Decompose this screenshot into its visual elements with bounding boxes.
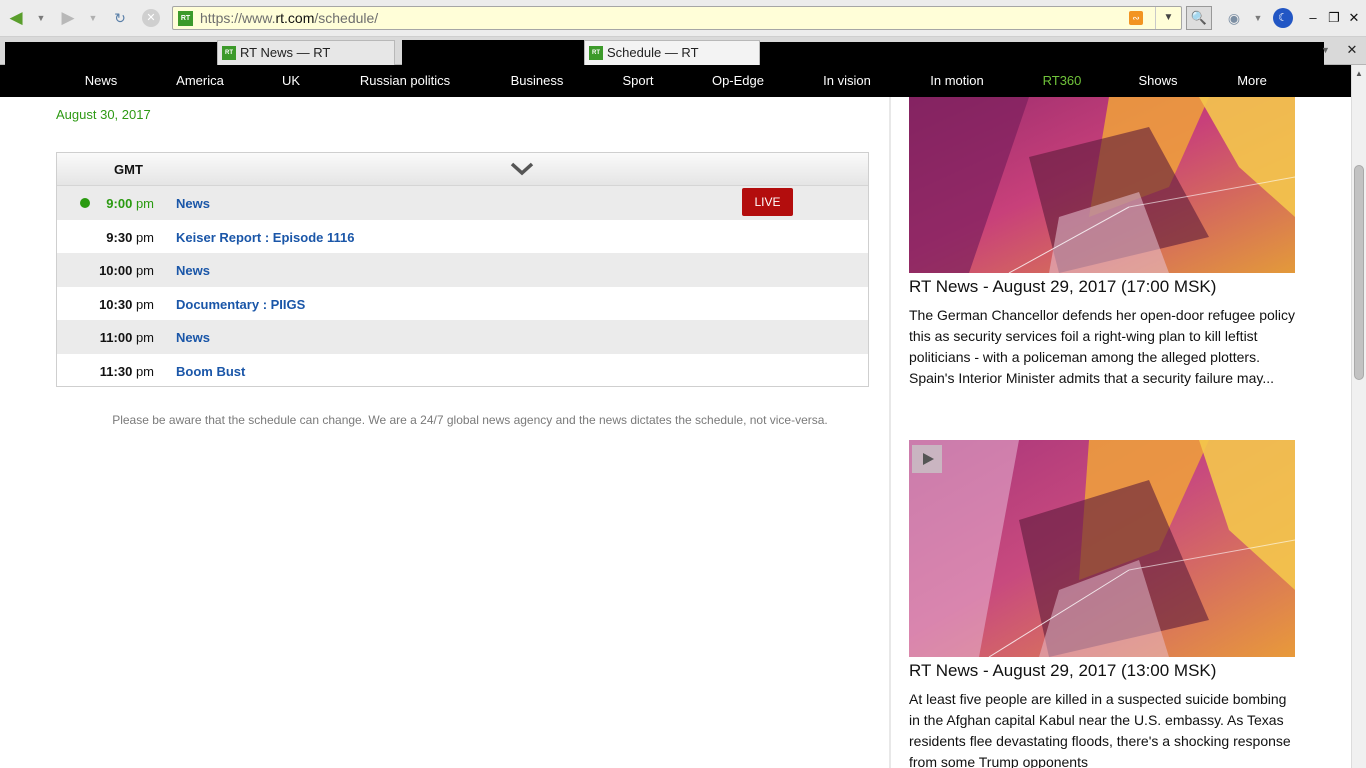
article-thumbnail[interactable] bbox=[909, 440, 1295, 657]
redacted-tab-region bbox=[760, 42, 1324, 65]
row-time: 9:30 pm bbox=[106, 230, 154, 245]
url-dropdown-chevron-icon[interactable]: ▼ bbox=[1155, 7, 1181, 29]
site-nav-bar: News America UK Russian politics Busines… bbox=[0, 65, 1351, 97]
schedule-notice: Please be aware that the schedule can ch… bbox=[112, 413, 828, 427]
nav-item-op-edge[interactable]: Op-Edge bbox=[702, 65, 774, 97]
row-program-link[interactable]: News bbox=[176, 330, 210, 345]
addon-icon[interactable]: ☾ bbox=[1273, 8, 1293, 28]
news-studio-globe-image bbox=[909, 97, 1295, 273]
row-time: 10:30 pm bbox=[99, 297, 154, 312]
nav-item-news[interactable]: News bbox=[72, 65, 130, 97]
redacted-tab-region bbox=[5, 42, 217, 65]
schedule-row[interactable]: 11:30 pm Boom Bust bbox=[57, 354, 868, 388]
nav-item-shows[interactable]: Shows bbox=[1128, 65, 1188, 97]
live-button[interactable]: LIVE bbox=[742, 188, 793, 216]
nav-item-america[interactable]: America bbox=[166, 65, 234, 97]
browser-toolbar: ◀ ▼ ▶ ▼ ↻ ✕ RT https://www.rt.com/schedu… bbox=[0, 0, 1366, 37]
schedule-row[interactable]: 10:00 pm News bbox=[57, 253, 868, 287]
nav-item-more[interactable]: More bbox=[1226, 65, 1278, 97]
forward-history-chevron-icon[interactable]: ▼ bbox=[87, 8, 99, 28]
column-divider bbox=[889, 97, 891, 768]
scrollbar-thumb[interactable] bbox=[1354, 165, 1364, 380]
address-bar[interactable]: RT https://www.rt.com/schedule/ ∾ ▼ bbox=[172, 6, 1182, 30]
tab-favicon-icon: RT bbox=[222, 46, 236, 60]
schedule-date: August 30, 2017 bbox=[56, 107, 151, 122]
scroll-up-arrow-icon[interactable]: ▲ bbox=[1353, 67, 1365, 81]
tab-list-chevron-icon[interactable]: ▼ bbox=[1321, 45, 1330, 55]
back-arrow-icon[interactable]: ◀ bbox=[5, 8, 27, 28]
nav-item-rt360[interactable]: RT360 bbox=[1032, 65, 1092, 97]
schedule-row[interactable]: 10:30 pm Documentary : PIIGS bbox=[57, 287, 868, 321]
minimize-window-icon[interactable]: – bbox=[1304, 9, 1322, 27]
page-scrollbar[interactable]: ▲ bbox=[1351, 65, 1366, 768]
nav-item-uk[interactable]: UK bbox=[270, 65, 312, 97]
sync-menu-chevron-icon[interactable]: ▼ bbox=[1252, 8, 1264, 28]
row-program-link[interactable]: News bbox=[176, 263, 210, 278]
site-favicon-icon: RT bbox=[178, 11, 193, 26]
schedule-header: GMT bbox=[57, 153, 868, 186]
schedule-row[interactable]: 11:00 pm News bbox=[57, 320, 868, 354]
nav-item-in-vision[interactable]: In vision bbox=[812, 65, 882, 97]
article-thumbnail[interactable] bbox=[909, 97, 1295, 273]
tab-label: RT News — RT bbox=[240, 45, 331, 60]
timezone-dropdown-chevron-icon[interactable] bbox=[509, 157, 535, 179]
tab-favicon-icon: RT bbox=[589, 46, 603, 60]
reload-icon[interactable]: ↻ bbox=[110, 8, 130, 28]
tab-label: Schedule — RT bbox=[607, 45, 699, 60]
row-program-link[interactable]: Keiser Report : Episode 1116 bbox=[176, 230, 354, 245]
sync-globe-icon[interactable]: ◉ bbox=[1223, 8, 1245, 28]
schedule-table: GMT 9:00 pm News 9:30 pm Keiser Report :… bbox=[56, 152, 869, 387]
timezone-label: GMT bbox=[114, 162, 143, 177]
url-text[interactable]: https://www.rt.com/schedule/ bbox=[200, 10, 378, 26]
schedule-row[interactable]: 9:30 pm Keiser Report : Episode 1116 bbox=[57, 220, 868, 254]
row-program-link[interactable]: Boom Bust bbox=[176, 364, 245, 379]
search-icon[interactable]: 🔍 bbox=[1186, 6, 1212, 30]
article-title-link[interactable]: RT News - August 29, 2017 (13:00 MSK) bbox=[909, 661, 1216, 681]
news-studio-globe-image bbox=[909, 440, 1295, 657]
row-time: 9:00 pm bbox=[106, 196, 154, 211]
stop-icon[interactable]: ✕ bbox=[142, 9, 160, 27]
row-time: 10:00 pm bbox=[99, 263, 154, 278]
close-window-icon[interactable]: ✕ bbox=[1345, 9, 1363, 27]
row-time: 11:30 pm bbox=[99, 364, 154, 379]
nav-item-business[interactable]: Business bbox=[500, 65, 574, 97]
restore-window-icon[interactable]: ❐ bbox=[1325, 9, 1343, 27]
play-video-icon[interactable] bbox=[912, 445, 942, 473]
article-summary: The German Chancellor defends her open-d… bbox=[909, 307, 1296, 386]
rss-feed-icon[interactable]: ∾ bbox=[1129, 11, 1143, 25]
tab-schedule[interactable]: RT Schedule — RT bbox=[584, 40, 760, 65]
back-history-chevron-icon[interactable]: ▼ bbox=[35, 8, 47, 28]
article-summary: At least five people are killed in a sus… bbox=[909, 691, 1291, 768]
row-program-link[interactable]: Documentary : PIIGS bbox=[176, 297, 305, 312]
nav-item-sport[interactable]: Sport bbox=[612, 65, 664, 97]
close-tab-icon[interactable]: ✕ bbox=[1344, 42, 1360, 58]
tab-rt-news[interactable]: RT RT News — RT bbox=[217, 40, 395, 65]
forward-arrow-icon[interactable]: ▶ bbox=[57, 8, 79, 28]
row-time: 11:00 pm bbox=[99, 330, 154, 345]
redacted-tab-region bbox=[402, 40, 588, 65]
nav-item-in-motion[interactable]: In motion bbox=[918, 65, 996, 97]
row-program-link[interactable]: News bbox=[176, 196, 210, 211]
tab-strip: RT RT News — RT RT Schedule — RT ▼ ✕ bbox=[0, 37, 1366, 65]
article-title-link[interactable]: RT News - August 29, 2017 (17:00 MSK) bbox=[909, 277, 1216, 297]
nav-item-russian-politics[interactable]: Russian politics bbox=[348, 65, 462, 97]
